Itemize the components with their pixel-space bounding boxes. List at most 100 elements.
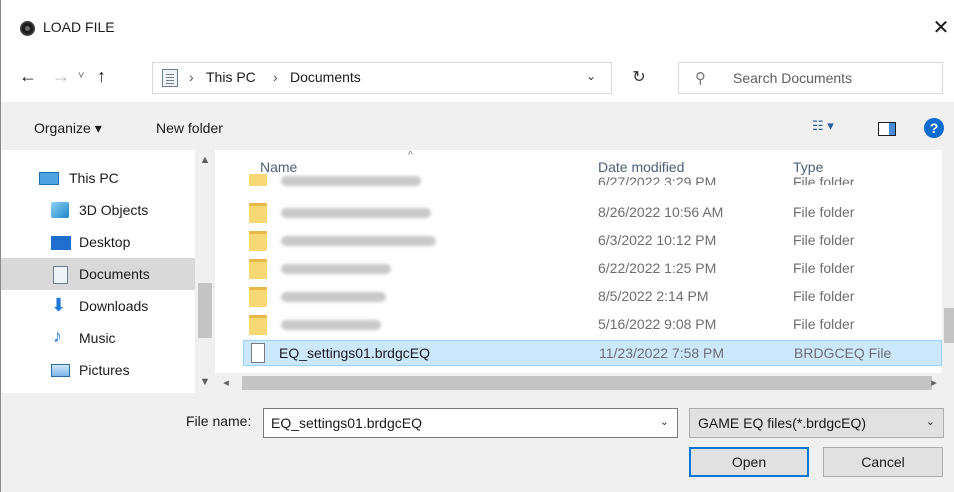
new-folder-button[interactable]: New folder [156,120,223,136]
file-type: File folder [793,204,855,220]
scrollbar-thumb[interactable] [198,283,212,338]
breadcrumb-this-pc[interactable]: This PC [206,69,256,85]
organize-button[interactable]: Organize ▾ [34,120,102,137]
folder-icon [249,287,267,307]
sidebar-item-desktop[interactable]: Desktop [1,226,195,258]
folder-icon [249,315,267,335]
scroll-up-icon[interactable]: ▲ [195,154,215,166]
file-name-redacted [281,292,386,302]
cancel-button[interactable]: Cancel [823,447,943,477]
list-item[interactable]: 6/27/2022 3:29 PM File folder [243,174,942,190]
folder-icon [249,174,267,186]
file-type: File folder [793,316,855,332]
sidebar-item-label: This PC [69,170,119,186]
refresh-button[interactable]: ↻ [621,62,657,94]
pictures-icon [51,364,70,377]
close-button[interactable]: ✕ [928,12,954,44]
scroll-left-icon[interactable]: ◂ [219,376,233,389]
app-icon [20,21,35,36]
title-bar: LOAD FILE ✕ [1,0,954,52]
sidebar-item-label: Desktop [79,234,131,250]
file-name-label: File name: [186,413,252,429]
navigation-pane: This PC 3D Objects Desktop Documents ⬇ D… [1,150,215,393]
date-modified: 8/5/2022 2:14 PM [598,288,709,304]
date-modified: 6/3/2022 10:12 PM [598,232,717,248]
column-header-type[interactable]: Type [793,159,823,175]
file-type: File folder [793,232,855,248]
date-modified: 6/22/2022 1:25 PM [598,260,717,276]
monitor-icon [39,172,59,185]
scroll-right-icon[interactable]: ▸ [927,376,941,389]
list-item[interactable]: 5/16/2022 9:08 PM File folder [243,312,942,338]
sidebar-item-label: 3D Objects [79,202,149,218]
scroll-down-icon[interactable]: ▼ [195,376,215,388]
preview-pane-icon[interactable] [878,122,896,136]
navigation-pane-scrollbar[interactable]: ▲ ▼ [195,150,215,393]
sidebar-item-3d-objects[interactable]: 3D Objects [1,194,195,226]
file-type-select[interactable]: GAME EQ files(*.brdgcEQ) ⌄ [689,408,944,438]
view-options-icon[interactable]: ☷ ▾ [812,118,834,134]
folder-icon [249,203,267,223]
file-list-horizontal-scrollbar[interactable]: ◂ ▸ [215,373,954,393]
file-name-value: EQ_settings01.brdgcEQ [271,415,422,431]
date-modified: 8/26/2022 10:56 AM [598,204,724,220]
file-type: File folder [793,174,855,185]
sidebar-item-label: Documents [79,266,150,282]
scrollbar-thumb[interactable] [944,308,954,343]
help-icon[interactable]: ? [924,118,944,138]
file-name: EQ_settings01.brdgcEQ [279,345,430,361]
scrollbar-thumb[interactable] [242,376,932,390]
sidebar-item-downloads[interactable]: ⬇ Downloads [1,290,195,322]
cube-icon [51,202,69,218]
sidebar-item-music[interactable]: ♪ Music [1,322,195,354]
window-title: LOAD FILE [43,19,115,35]
chevron-down-icon: ⌄ [925,416,935,428]
address-dropdown-icon[interactable]: ⌄ [586,69,596,83]
music-note-icon: ♪ [53,326,62,346]
column-header-name[interactable]: Name [260,159,297,175]
desktop-icon [51,236,71,250]
file-name-input[interactable]: EQ_settings01.brdgcEQ ⌄ [263,408,678,438]
chevron-down-icon[interactable]: ⌄ [660,415,669,428]
folder-icon [249,231,267,251]
file-icon [251,343,265,363]
file-name-redacted [281,320,381,330]
sidebar-item-pictures[interactable]: Pictures [1,354,195,386]
file-type-value: GAME EQ files(*.brdgcEQ) [698,415,867,431]
list-item[interactable]: 6/3/2022 10:12 PM File folder [243,228,942,254]
navigation-bar: ← → ˅ ↑ › This PC › Documents ⌄ ↻ ⚲ Sear… [1,52,954,102]
sidebar-item-this-pc[interactable]: This PC [1,162,195,194]
search-box[interactable]: ⚲ Search Documents [678,62,943,94]
list-item[interactable]: 6/22/2022 1:25 PM File folder [243,256,942,282]
search-icon: ⚲ [695,70,706,87]
breadcrumb-separator: › [273,69,278,85]
up-button[interactable]: ↑ [97,62,106,90]
file-list: Name ^ Date modified Type 6/27/2022 3:29… [215,150,954,393]
forward-button[interactable]: → [52,62,70,90]
file-name-redacted [281,176,421,186]
recent-locations-button[interactable]: ˅ [78,62,84,90]
file-name-redacted [281,208,431,218]
list-item[interactable]: 8/5/2022 2:14 PM File folder [243,284,942,310]
file-selection-footer: File name: EQ_settings01.brdgcEQ ⌄ GAME … [1,393,954,492]
sidebar-item-label: Downloads [79,298,149,314]
download-icon: ⬇ [51,295,67,315]
column-header-date[interactable]: Date modified [598,159,684,175]
documents-location-icon [162,69,178,87]
sidebar-item-label: Music [79,330,116,346]
search-input[interactable]: Search Documents [733,70,852,86]
folder-icon [249,259,267,279]
file-type: File folder [793,260,855,276]
address-bar[interactable]: › This PC › Documents ⌄ [152,62,612,94]
date-modified: 6/27/2022 3:29 PM [598,174,717,185]
file-list-vertical-scrollbar[interactable] [942,150,954,373]
back-button[interactable]: ← [19,62,37,90]
load-file-dialog: LOAD FILE ✕ ← → ˅ ↑ › This PC › Document… [0,0,954,492]
list-item[interactable]: 8/26/2022 10:56 AM File folder [243,200,942,226]
sidebar-item-documents[interactable]: Documents [1,258,195,290]
breadcrumb-documents[interactable]: Documents [290,69,361,85]
document-icon [53,266,68,284]
open-button[interactable]: Open [689,447,809,477]
list-item-selected[interactable]: EQ_settings01.brdgcEQ 11/23/2022 7:58 PM… [243,340,942,366]
file-name-redacted [281,264,391,274]
